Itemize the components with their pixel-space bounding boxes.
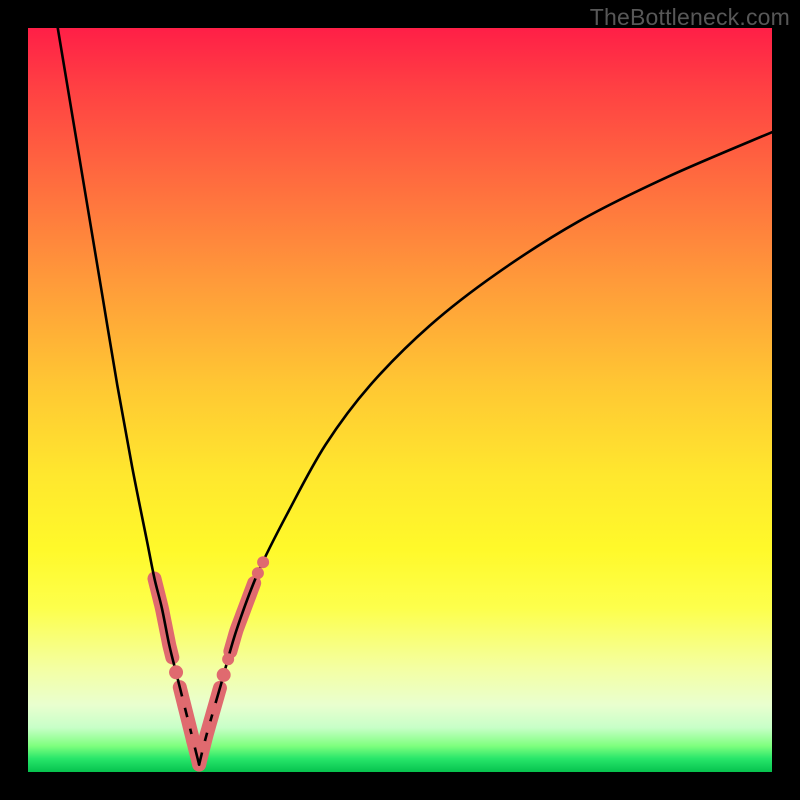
highlight-dot: [183, 717, 195, 729]
plot-area: [28, 28, 772, 772]
highlight-dot: [177, 696, 189, 708]
highlight-dot: [169, 665, 183, 679]
right-branch-curve: [199, 132, 772, 764]
highlight-dot: [203, 721, 215, 733]
highlight-dot: [252, 567, 264, 579]
highlight-dot: [208, 703, 220, 715]
highlight-dot: [217, 668, 231, 682]
watermark-text: TheBottleneck.com: [590, 4, 790, 31]
chart-frame: TheBottleneck.com: [0, 0, 800, 800]
curve-layer: [28, 28, 772, 772]
highlight-dot: [198, 741, 210, 753]
highlight-dot: [222, 653, 234, 665]
highlight-dot: [257, 556, 269, 568]
